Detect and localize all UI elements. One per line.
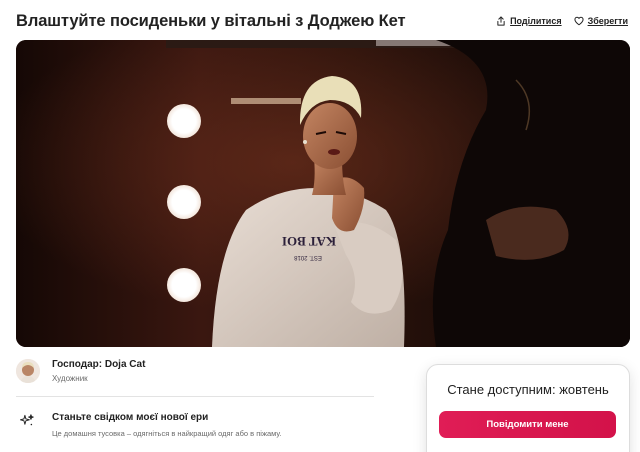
booking-card: Стане доступним: жовтень Повідомити мене (426, 364, 630, 452)
feature-subtitle: Це домашня тусовка – одягніться в найкра… (52, 429, 282, 438)
host-role: Художник (52, 374, 88, 383)
hero-photo[interactable]: KAT BOI EST. 2018 (16, 40, 630, 347)
save-label: Зберегти (587, 16, 628, 26)
notify-me-button[interactable]: Повідомити мене (439, 411, 616, 438)
page-title: Влаштуйте посиденьки у вітальні з Доджею… (16, 11, 406, 30)
host-info: Господар: Doja Cat Художник (16, 359, 145, 383)
feature-highlight: Станьте свідком моєї нової ери Це домашн… (20, 412, 281, 438)
share-label: Поділитися (510, 16, 562, 26)
feature-title: Станьте свідком моєї нової ери (52, 412, 209, 423)
header-actions: Поділитися Зберегти (496, 16, 628, 26)
section-divider (16, 396, 374, 397)
heart-icon (574, 16, 584, 26)
shirt-print-sub: EST. 2018 (293, 254, 321, 260)
shirt-print: KAT BOI (282, 234, 336, 249)
share-icon (496, 16, 506, 26)
host-name: Господар: Doja Cat (52, 359, 146, 370)
share-button[interactable]: Поділитися (496, 16, 562, 26)
avatar[interactable] (16, 359, 40, 383)
availability-title: Стане доступним: жовтень (447, 382, 609, 397)
sparkles-icon (20, 414, 34, 428)
save-button[interactable]: Зберегти (574, 16, 628, 26)
page-header: Влаштуйте посиденьки у вітальні з Доджею… (16, 10, 628, 32)
